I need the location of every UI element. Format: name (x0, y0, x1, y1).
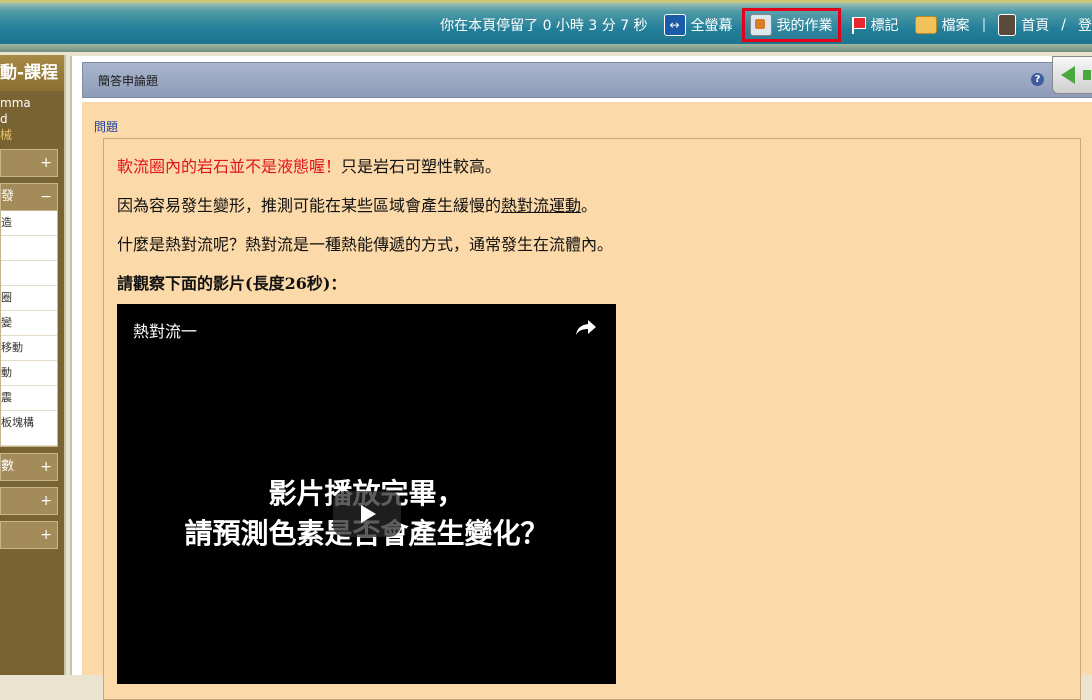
question-line-2: 因為容易發生變形，推測可能在某些區域會產生緩慢的熱對流運動。 (117, 192, 597, 216)
user-info: mma d 械 (0, 91, 64, 143)
sidebar-block-4[interactable]: + (0, 487, 58, 515)
line-text: 只是岩石可塑性較高。 (341, 157, 502, 176)
sidebar-block-1[interactable]: + (0, 149, 58, 177)
home-label: 首頁 (1021, 18, 1050, 34)
user-subtitle: 械 (0, 128, 13, 142)
line-text: 。 (581, 196, 598, 215)
folder-icon (914, 16, 937, 34)
user-name: mma (0, 96, 31, 110)
panel-header: 簡答申論題 ? (82, 62, 1092, 98)
question-box: 軟流圈內的岩石並不是液態喔！只是岩石可塑性較高。 因為容易發生變形，推測可能在某… (103, 138, 1081, 700)
expand-icon[interactable]: + (40, 150, 52, 176)
toolbar-divider: | (981, 17, 987, 33)
collapse-icon[interactable]: − (40, 184, 52, 210)
list-item[interactable] (1, 236, 57, 261)
expand-icon[interactable]: + (40, 522, 52, 548)
expand-icon[interactable]: + (40, 488, 52, 514)
question-line-3: 什麼是熱對流呢？熱對流是一種熱能傳遞的方式，通常發生在流體內。 (117, 235, 614, 254)
back-button[interactable] (1052, 56, 1092, 94)
door-icon (998, 14, 1017, 36)
page-timer: 你在本頁停留了 0 小時 3 分 7 秒 (440, 18, 648, 34)
flag-icon (850, 16, 866, 34)
course-title: 動-課程 (0, 55, 64, 91)
sidebar-block-3[interactable]: 數 + (0, 453, 58, 481)
list-item[interactable]: 震 (1, 386, 57, 411)
sidebar-block-5[interactable]: + (0, 521, 58, 549)
fullscreen-icon: ↔ (663, 14, 686, 36)
logout-label: 登 (1078, 18, 1092, 34)
line-text: 因為容易發生變形，推測可能在某些區域會產生緩慢的 (117, 196, 502, 215)
expand-icon[interactable]: + (40, 454, 52, 480)
question-content: 問題 軟流圈內的岩石並不是液態喔！只是岩石可塑性較高。 因為容易發生變形，推測可… (82, 102, 1092, 700)
underlined-term: 熱對流運動 (501, 196, 582, 215)
logout-button[interactable]: 登 (1074, 12, 1092, 38)
sidebar-block-2[interactable]: 發 − (0, 183, 58, 211)
fullscreen-label: 全螢幕 (690, 18, 733, 34)
question-line-1: 軟流圈內的岩石並不是液態喔！只是岩石可塑性較高。 (117, 153, 501, 177)
main-panel: 簡答申論題 ? 問題 軟流圈內的岩石並不是液態喔！只是岩石可塑性較高。 因為容易… (70, 56, 1092, 700)
list-item[interactable]: 造 (1, 211, 57, 236)
list-item-active[interactable]: 變 (1, 311, 57, 336)
bookmark-label: 標記 (870, 18, 899, 34)
my-work-icon (749, 14, 772, 36)
sidebar-block-label: 發 (1, 189, 15, 204)
sidebar-block-label: 數 (1, 459, 15, 474)
user-line2: d (0, 112, 8, 126)
list-item[interactable]: 移動 (1, 336, 57, 361)
question-line-4: 請觀察下面的影片(長度26秒)： (117, 274, 347, 293)
my-work-button[interactable]: 我的作業 (741, 8, 841, 42)
top-bar-lower-strip (0, 44, 1092, 52)
help-icon[interactable]: ? (1031, 73, 1044, 86)
bookmark-button[interactable]: 標記 (846, 12, 903, 38)
sidebar-unit-list: 造 圈 變 移動 動 震 板塊構 (0, 211, 58, 447)
top-toolbar: 你在本頁停留了 0 小時 3 分 7 秒 ↔ 全螢幕 我的作業 標記 檔案 | … (440, 8, 1092, 42)
list-item[interactable]: 板塊構 (1, 411, 57, 446)
list-item[interactable]: 圈 (1, 286, 57, 311)
files-label: 檔案 (941, 18, 970, 34)
toolbar-separator: / (1061, 17, 1066, 33)
highlight-text: 軟流圈內的岩石並不是液態喔！ (117, 157, 342, 176)
list-item[interactable] (1, 261, 57, 286)
files-button[interactable]: 檔案 (911, 12, 974, 38)
back-arrow-tail (1083, 70, 1091, 80)
sidebar: 動-課程 mma d 械 + 發 − 造 圈 變 移動 動 震 板塊構 數 + … (0, 55, 66, 675)
play-button[interactable] (333, 491, 401, 537)
video-title[interactable]: 熱對流一 (133, 318, 197, 342)
panel-title: 簡答申論題 (98, 74, 159, 88)
my-work-label: 我的作業 (776, 18, 833, 34)
back-arrow-icon (1061, 66, 1075, 84)
home-button[interactable]: 首頁 (994, 11, 1053, 39)
fullscreen-button[interactable]: ↔ 全螢幕 (660, 11, 737, 39)
list-item[interactable]: 動 (1, 361, 57, 386)
question-link[interactable]: 問題 (94, 118, 118, 135)
video-player[interactable]: 熱對流一 影片播放完畢， 請預測色素是否會產生變化？ (117, 304, 616, 684)
share-icon[interactable] (575, 318, 597, 336)
